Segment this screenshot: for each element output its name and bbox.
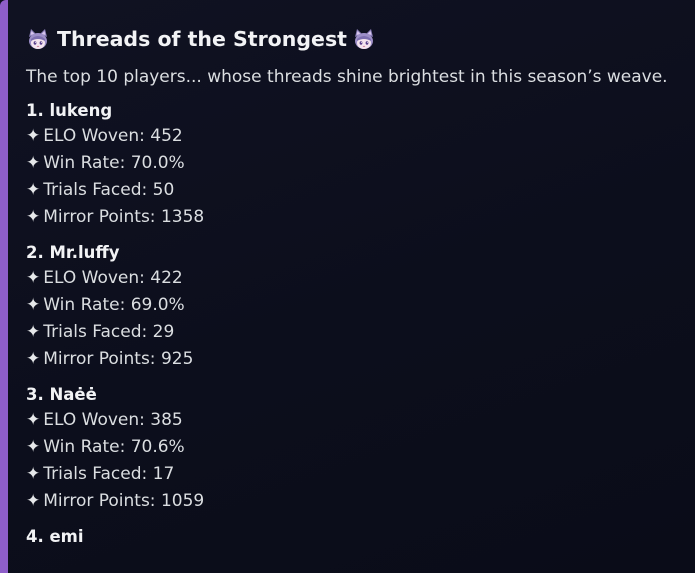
leaderboard-embed: Threads of the Strongest The top 10 play…	[0, 0, 695, 573]
player-name: 2. Mr.luffy	[26, 243, 120, 262]
stat-value: 17	[152, 464, 175, 484]
sparkle-icon: ✦	[26, 153, 41, 173]
stat-mirror: ✦ Mirror Points: 925	[26, 349, 194, 369]
stat-mirror: ✦ Mirror Points: 1059	[26, 491, 205, 511]
stat-trials: ✦ Trials Faced: 50	[26, 180, 175, 200]
sparkle-icon: ✦	[26, 126, 41, 146]
sparkle-icon: ✦	[26, 207, 41, 227]
stat-trials: ✦ Trials Faced: 29	[26, 322, 175, 342]
stat-value: 422	[150, 268, 183, 288]
sparkle-icon: ✦	[26, 295, 41, 315]
player-entry: 3. Naėė ✦ ELO Woven: 385 ✦ Win Rate: 70.6%…	[26, 383, 681, 515]
embed-title: Threads of the Strongest	[26, 22, 681, 56]
player-name: 4. emi	[26, 527, 84, 546]
embed-accent-bar	[0, 0, 8, 573]
stat-value: 69.0%	[130, 295, 185, 315]
sparkle-icon: ✦	[26, 322, 41, 342]
sparkle-icon: ✦	[26, 268, 41, 288]
stat-elo: ✦ ELO Woven: 452	[26, 126, 183, 146]
stat-value: 70.6%	[130, 437, 185, 457]
embed-title-text: Threads of the Strongest	[57, 27, 347, 51]
stat-value: 1358	[160, 207, 205, 227]
stat-value: 452	[150, 126, 183, 146]
embed-content: Threads of the Strongest The top 10 play…	[26, 22, 681, 549]
cat-girl-emote-icon	[26, 27, 50, 51]
stat-value: 1059	[160, 491, 205, 511]
stat-mirror: ✦ Mirror Points: 1358	[26, 207, 205, 227]
stat-value: 70.0%	[130, 153, 185, 173]
stat-value: 29	[152, 322, 175, 342]
sparkle-icon: ✦	[26, 491, 41, 511]
stat-winrate: ✦ Win Rate: 70.6%	[26, 437, 185, 457]
stat-elo: ✦ ELO Woven: 422	[26, 268, 183, 288]
sparkle-icon: ✦	[26, 437, 41, 457]
stat-trials: ✦ Trials Faced: 17	[26, 464, 175, 484]
stat-value: 385	[150, 410, 183, 430]
stat-value: 50	[152, 180, 175, 200]
sparkle-icon: ✦	[26, 410, 41, 430]
player-entry: 2. Mr.luffy ✦ ELO Woven: 422 ✦ Win Rate: 6…	[26, 241, 681, 373]
player-entry: 1. lukeng ✦ ELO Woven: 452 ✦ Win Rate: 70.…	[26, 99, 681, 231]
embed-description: The top 10 players... whose threads shin…	[26, 67, 668, 87]
player-entry: 4. emi	[26, 525, 681, 549]
stat-elo: ✦ ELO Woven: 385	[26, 410, 183, 430]
sparkle-icon: ✦	[26, 349, 41, 369]
stat-value: 925	[160, 349, 194, 369]
sparkle-icon: ✦	[26, 464, 41, 484]
player-name: 1. lukeng	[26, 101, 113, 120]
stat-winrate: ✦ Win Rate: 69.0%	[26, 295, 185, 315]
player-name: 3. Naėė	[26, 385, 97, 404]
cat-girl-emote-icon	[352, 27, 376, 51]
sparkle-icon: ✦	[26, 180, 41, 200]
stat-winrate: ✦ Win Rate: 70.0%	[26, 153, 185, 173]
